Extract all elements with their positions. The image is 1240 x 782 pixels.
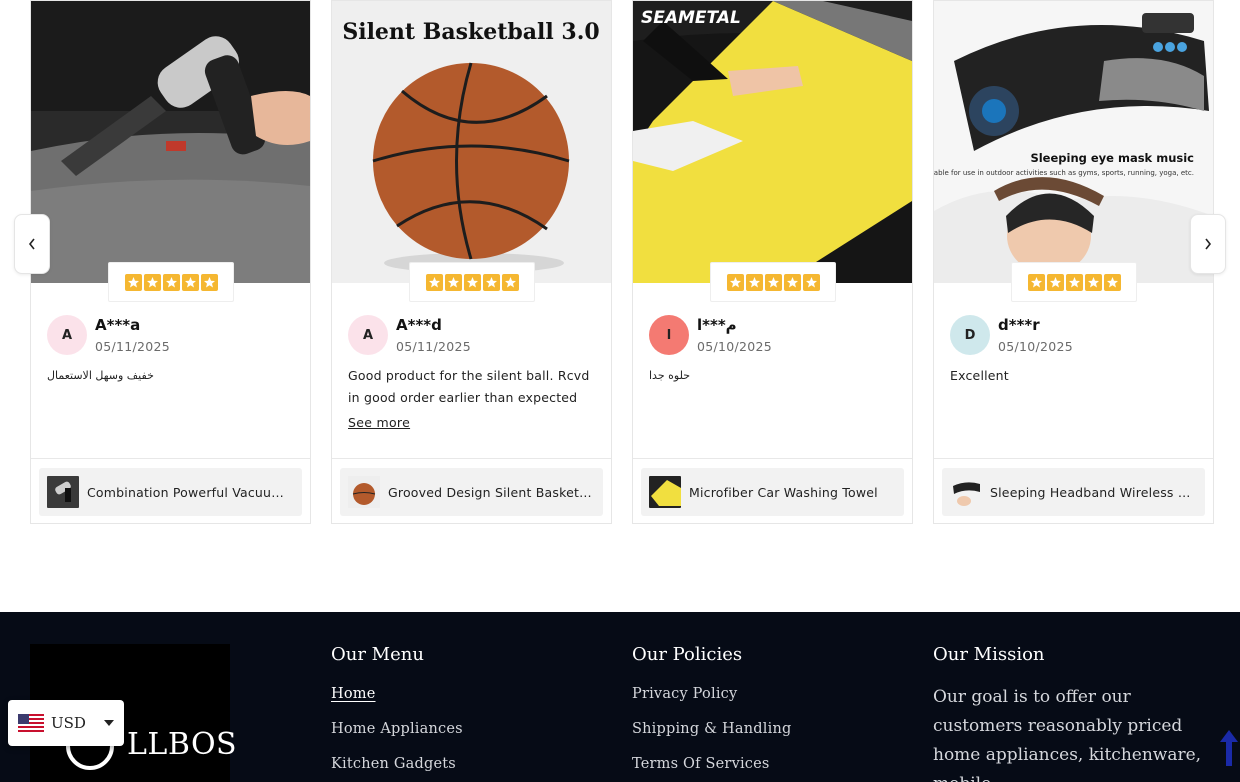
review-card[interactable]: Sleeping eye mask music Suitable for use… [933, 0, 1214, 524]
carousel-prev-button[interactable] [14, 214, 50, 274]
avatar: D [950, 315, 990, 355]
review-date: 05/11/2025 [95, 339, 171, 354]
photo-caption: SEAMETAL [641, 8, 741, 28]
product-name: Grooved Design Silent Basketball [388, 484, 596, 500]
star-icon [783, 273, 801, 291]
avatar: A [47, 315, 87, 355]
product-link[interactable]: Grooved Design Silent Basketball [340, 468, 603, 516]
review-date: 05/11/2025 [396, 339, 472, 354]
star-icon [463, 273, 481, 291]
footer-menu: Our Menu Home Home Appliances Kitchen Ga… [331, 644, 463, 782]
star-icon [802, 273, 820, 291]
review-card[interactable]: Silent Basketball 3.0 A A***d 05/11/2025… [331, 0, 612, 524]
divider [934, 458, 1213, 459]
review-text: خفيف وسهل الاستعمال [47, 369, 154, 382]
footer-policies-title: Our Policies [632, 644, 743, 665]
reviewer-info: ا م***ا 05/10/2025 [649, 315, 772, 355]
footer-link-privacy-policy[interactable]: Privacy Policy [632, 686, 791, 721]
caret-down-icon [104, 720, 114, 726]
star-icon [1084, 273, 1102, 291]
carousel-next-button[interactable] [1190, 214, 1226, 274]
chevron-left-icon [28, 238, 35, 250]
star-icon [124, 273, 142, 291]
product-thumbnail [950, 476, 982, 508]
footer-link-kitchen-gadgets[interactable]: Kitchen Gadgets [331, 756, 463, 782]
product-name: Sleeping Headband Wireless M... [990, 484, 1198, 500]
review-text: Good product for the silent ball. Rcvd i… [348, 368, 590, 405]
review-photo-vacuum[interactable] [31, 1, 310, 283]
star-icon [143, 273, 161, 291]
star-icon [1103, 273, 1121, 291]
footer-link-home[interactable]: Home [331, 686, 463, 721]
photo-subcaption: Suitable for use in outdoor activities s… [934, 169, 1194, 177]
photo-caption: Sleeping eye mask music [1030, 151, 1194, 165]
star-icon [482, 273, 500, 291]
footer-link-home-appliances[interactable]: Home Appliances [331, 721, 463, 756]
site-footer: LLBOS Our Menu Home Home Appliances Kitc… [0, 612, 1240, 782]
reviewer-info: A A***d 05/11/2025 [348, 315, 471, 355]
chevron-right-icon [1205, 238, 1212, 250]
rating-stars [409, 262, 535, 302]
reviews-carousel: A A***a 05/11/2025 خفيف وسهل الاستعمال C… [0, 0, 1240, 612]
currency-selector[interactable]: USD [8, 700, 124, 746]
review-card[interactable]: A A***a 05/11/2025 خفيف وسهل الاستعمال C… [30, 0, 311, 524]
product-name: Microfiber Car Washing Towel [689, 484, 878, 500]
footer-menu-title: Our Menu [331, 644, 424, 665]
review-card[interactable]: SEAMETAL ا م***ا 05/10/2025 حلوه جدا Mic… [632, 0, 913, 524]
product-thumbnail [649, 476, 681, 508]
star-icon [1027, 273, 1045, 291]
review-photo-headband[interactable]: Sleeping eye mask music Suitable for use… [934, 1, 1213, 283]
reviewer-info: A A***a 05/11/2025 [47, 315, 170, 355]
star-icon [726, 273, 744, 291]
star-icon [181, 273, 199, 291]
product-thumbnail [348, 476, 380, 508]
star-icon [444, 273, 462, 291]
currency-code: USD [51, 714, 86, 732]
footer-policies: Our Policies Privacy Policy Shipping & H… [632, 644, 791, 782]
star-icon [200, 273, 218, 291]
rating-stars [108, 262, 234, 302]
rating-stars [710, 262, 836, 302]
reviewer-name: d***r [998, 316, 1040, 334]
review-date: 05/10/2025 [998, 339, 1074, 354]
logo-text: LLBOS [127, 727, 238, 762]
scroll-to-top-arrow-icon[interactable] [1218, 726, 1240, 766]
star-icon [745, 273, 763, 291]
review-photo-towel[interactable]: SEAMETAL [633, 1, 912, 283]
avatar: A [348, 315, 388, 355]
rating-stars [1011, 262, 1137, 302]
divider [332, 458, 611, 459]
footer-mission: Our Mission Our goal is to offer our cus… [933, 644, 1218, 782]
footer-link-terms[interactable]: Terms Of Services [632, 756, 791, 782]
reviewer-name: A***a [95, 316, 141, 334]
review-date: 05/10/2025 [697, 339, 773, 354]
review-text: Excellent [950, 368, 1009, 383]
star-icon [501, 273, 519, 291]
reviewer-info: D d***r 05/10/2025 [950, 315, 1073, 355]
product-thumbnail [47, 476, 79, 508]
product-name: Combination Powerful Vacuum ... [87, 484, 295, 500]
review-text: حلوه جدا [649, 369, 691, 382]
star-icon [1046, 273, 1064, 291]
divider [633, 458, 912, 459]
reviewer-name: م***ا [697, 316, 737, 334]
star-icon [425, 273, 443, 291]
product-link[interactable]: Combination Powerful Vacuum ... [39, 468, 302, 516]
product-link[interactable]: Microfiber Car Washing Towel [641, 468, 904, 516]
reviewer-name: A***d [396, 316, 442, 334]
product-link[interactable]: Sleeping Headband Wireless M... [942, 468, 1205, 516]
mission-text: Our goal is to offer our customers reaso… [933, 687, 1202, 782]
see-more-link[interactable]: See more [348, 415, 410, 430]
review-photo-basketball[interactable]: Silent Basketball 3.0 [332, 1, 611, 283]
footer-link-shipping[interactable]: Shipping & Handling [632, 721, 791, 756]
photo-caption: Silent Basketball 3.0 [342, 19, 599, 45]
star-icon [1065, 273, 1083, 291]
star-icon [764, 273, 782, 291]
star-icon [162, 273, 180, 291]
us-flag-icon [18, 714, 44, 732]
avatar: ا [649, 315, 689, 355]
footer-mission-title: Our Mission [933, 644, 1045, 665]
divider [31, 458, 310, 459]
